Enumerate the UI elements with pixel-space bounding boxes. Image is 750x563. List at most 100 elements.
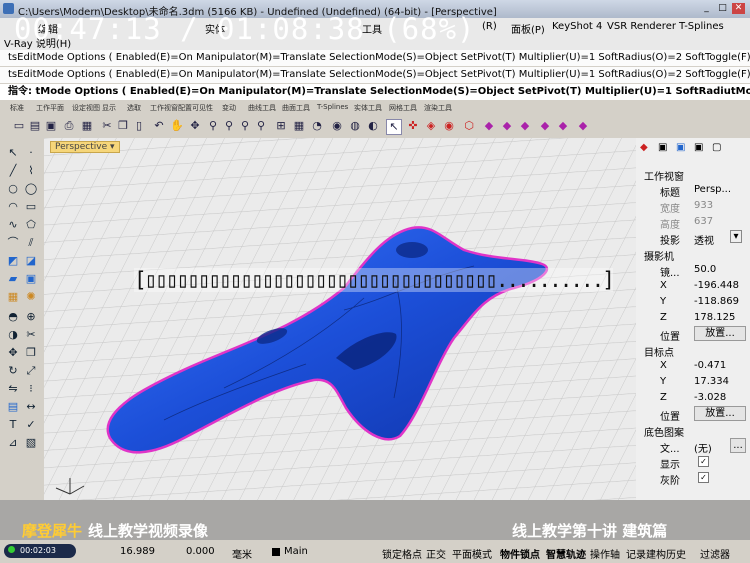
trim-icon[interactable]: ✂ [24, 328, 38, 342]
tab-tsplines[interactable]: T-Splines [317, 103, 348, 111]
split-icon[interactable]: ◑ [6, 328, 20, 342]
perspective-viewport[interactable]: Perspective ▾ [44, 138, 636, 500]
toggle-planar[interactable]: 平面模式 [452, 546, 492, 561]
cut-icon[interactable]: ✂ [100, 119, 114, 133]
grayscale-checkbox[interactable]: ✓ [698, 472, 709, 483]
show-checkbox[interactable]: ✓ [698, 456, 709, 467]
help-props-tab-icon[interactable]: ▢ [712, 142, 721, 153]
tab-standard[interactable]: 标准 [10, 103, 24, 113]
camera-z-field[interactable]: 178.125 [694, 312, 735, 323]
grid-icon[interactable]: ▦ [292, 119, 306, 133]
toggle-history[interactable]: 记录建构历史 [626, 546, 686, 561]
title-field[interactable]: Persp... [694, 184, 731, 195]
chevron-down-icon[interactable]: ▾ [730, 230, 742, 243]
line-icon[interactable]: ╱ [6, 164, 20, 178]
surface-icon[interactable]: ◩ [6, 254, 20, 268]
tsplines-weld-icon[interactable]: ◆ [538, 119, 552, 133]
light-icon[interactable]: ✺ [24, 290, 38, 304]
mesh-icon[interactable]: ▦ [6, 290, 20, 304]
pan-hand-icon[interactable]: ✋ [170, 119, 184, 133]
toggle-filter[interactable]: 过滤器 [700, 546, 730, 561]
tab-viewport-layout[interactable]: 工作视窗配置 [150, 103, 192, 113]
move-icon[interactable]: ✥ [6, 346, 20, 360]
projection-select[interactable]: 透视 [694, 232, 714, 247]
polygon-icon[interactable]: ⬠ [24, 218, 38, 232]
tab-visibility[interactable]: 可见性 [192, 103, 213, 113]
box-icon[interactable]: ▣ [24, 272, 38, 286]
hatch-icon[interactable]: ▧ [24, 436, 38, 450]
rectangle-icon[interactable]: ▭ [24, 200, 38, 214]
boolean-icon[interactable]: ◓ [6, 310, 20, 324]
toggle-ortho[interactable]: 正交 [426, 546, 446, 561]
zoom-selected-icon[interactable]: ⚲ [254, 119, 268, 133]
circle-icon[interactable]: ○ [6, 182, 20, 196]
menu-panels[interactable]: 面板(P) [511, 21, 545, 36]
menu-tsplines[interactable]: T-Splines [679, 21, 724, 32]
tsplines-bridge-icon[interactable]: ◆ [556, 119, 570, 133]
point-icon[interactable]: · [24, 146, 38, 160]
polyline-icon[interactable]: ⌇ [24, 164, 38, 178]
select-arrow-icon[interactable]: ↖ [386, 119, 402, 135]
analyze-icon[interactable]: ⊿ [6, 436, 20, 450]
toggle-gumball[interactable]: 操作轴 [590, 546, 620, 561]
tab-solid-tools[interactable]: 实体工具 [354, 103, 382, 113]
zoom-icon[interactable]: ⚲ [206, 119, 220, 133]
tab-curve-tools[interactable]: 曲线工具 [248, 103, 276, 113]
dimension-icon[interactable]: ↔ [24, 400, 38, 414]
toggle-grid-snap[interactable]: 锁定格点 [382, 546, 422, 561]
menu-keyshot[interactable]: KeyShot 4 [552, 21, 602, 32]
menu-render[interactable]: (R) [482, 21, 497, 32]
maximize-icon[interactable]: □ [716, 3, 729, 14]
tab-surface-tools[interactable]: 曲面工具 [282, 103, 310, 113]
target-y-field[interactable]: 17.334 [694, 376, 729, 387]
lights-icon[interactable]: ◉ [330, 119, 344, 133]
material-props-tab-icon[interactable]: ▣ [694, 142, 703, 153]
paste-icon[interactable]: ▯ [132, 119, 146, 133]
properties-tab-icon[interactable]: ◆ [640, 142, 648, 153]
open-folder-icon[interactable]: ▤ [28, 119, 42, 133]
camera-y-field[interactable]: -118.869 [694, 296, 739, 307]
print-icon[interactable]: ⎙ [62, 119, 76, 133]
ellipse-icon[interactable]: ◯ [24, 182, 38, 196]
zoom-extents-icon[interactable]: ⚲ [238, 119, 252, 133]
text-icon[interactable]: T [6, 418, 20, 432]
join-icon[interactable]: ⊕ [24, 310, 38, 324]
extrude-icon[interactable]: ▰ [6, 272, 20, 286]
rotate-icon[interactable]: ↻ [6, 364, 20, 378]
lens-field[interactable]: 50.0 [694, 264, 716, 275]
viewport-title[interactable]: Perspective ▾ [50, 141, 120, 153]
menu-vsr[interactable]: VSR Renderer [607, 21, 676, 32]
browse-button[interactable]: ... [730, 438, 746, 453]
options-icon[interactable]: ◐ [366, 119, 380, 133]
copy-icon[interactable]: ❐ [116, 119, 130, 133]
osnap-icon[interactable]: ◔ [310, 119, 324, 133]
check-icon[interactable]: ✓ [24, 418, 38, 432]
minimize-icon[interactable]: _ [700, 3, 713, 14]
close-icon[interactable]: ✕ [732, 3, 745, 14]
rotate-view-icon[interactable]: ✥ [188, 119, 202, 133]
camera-x-field[interactable]: -196.448 [694, 280, 739, 291]
tab-render-tools[interactable]: 渲染工具 [424, 103, 452, 113]
four-views-icon[interactable]: ⊞ [274, 119, 288, 133]
tsplines-cube-icon[interactable]: ◆ [482, 119, 496, 133]
camera-place-button[interactable]: 放置... [694, 326, 746, 341]
mirror-icon[interactable]: ⇋ [6, 382, 20, 396]
target-x-field[interactable]: -0.471 [694, 360, 726, 371]
tsplines-box-icon[interactable]: ◈ [424, 119, 438, 133]
layer-name[interactable]: Main [284, 546, 308, 557]
offset-icon[interactable]: ⫽ [24, 236, 38, 250]
tab-transform[interactable]: 变动 [222, 103, 236, 113]
tsplines-convert-icon[interactable]: ◆ [576, 119, 590, 133]
tab-setview[interactable]: 设定视图 [72, 103, 100, 113]
import-icon[interactable]: ▦ [80, 119, 94, 133]
tsplines-sphere-icon[interactable]: ◉ [442, 119, 456, 133]
zoom-window-icon[interactable]: ⚲ [222, 119, 236, 133]
select-icon[interactable]: ↖ [6, 146, 20, 160]
tsplines-extrude-icon[interactable]: ◆ [500, 119, 514, 133]
target-place-button[interactable]: 放置... [694, 406, 746, 421]
toggle-osnap[interactable]: 物件锁点 [500, 546, 540, 561]
render-icon[interactable]: ◍ [348, 119, 362, 133]
tab-mesh-tools[interactable]: 网格工具 [389, 103, 417, 113]
tab-display[interactable]: 显示 [102, 103, 116, 113]
array-icon[interactable]: ⁝ [24, 382, 38, 396]
